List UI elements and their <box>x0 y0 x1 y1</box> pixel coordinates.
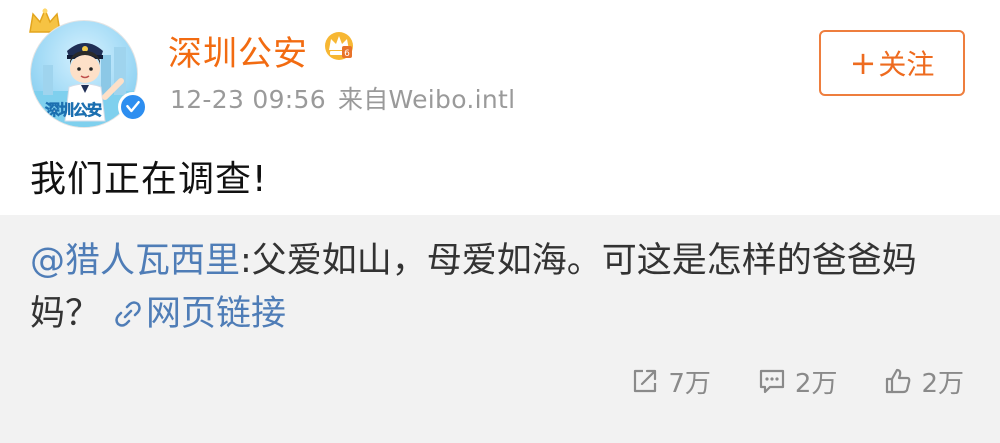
repost-body: @猎人瓦西里:父爱如山，母爱如海。可这是怎样的爸爸妈妈？ 网页链接 <box>30 235 970 341</box>
verified-icon <box>118 92 148 122</box>
avatar-container[interactable]: 深圳公安 <box>22 8 148 128</box>
web-link[interactable]: 网页链接 <box>114 294 286 334</box>
comment-icon <box>759 369 785 394</box>
share-icon <box>634 369 657 393</box>
post-source: 来自Weibo.intl <box>337 85 516 114</box>
action-bar: 7万 2万 2万 <box>584 361 964 401</box>
vip-badge-icon[interactable]: 6 <box>322 30 356 62</box>
post-header: 深圳公安 深圳公安 6 12-23 09:56 来自Weibo.intl + 关注 … <box>0 0 1000 215</box>
username[interactable]: 深圳公安 <box>168 26 308 75</box>
avatar-caption: 深圳公安 <box>45 101 103 120</box>
share-button[interactable]: 7万 <box>630 363 711 400</box>
repost-card[interactable]: @猎人瓦西里:父爱如山，母爱如海。可这是怎样的爸爸妈妈？网页链接 7万 2万 <box>0 215 1000 443</box>
like-button[interactable]: 2万 <box>883 363 964 400</box>
timestamp: 12-23 09:56 <box>170 85 326 114</box>
share-count: 7万 <box>668 368 711 399</box>
comment-count: 2万 <box>794 368 838 399</box>
link-icon <box>115 301 141 327</box>
repost-author-link[interactable]: @猎人瓦西里 <box>30 241 240 281</box>
post-meta: 12-23 09:56 来自Weibo.intl <box>170 80 515 116</box>
follow-label: 关注 <box>878 48 935 81</box>
follow-button[interactable]: + 关注 <box>819 30 965 96</box>
like-icon <box>886 368 911 394</box>
comment-button[interactable]: 2万 <box>757 363 838 400</box>
like-count: 2万 <box>921 368 964 399</box>
web-link-label: 网页链接 <box>146 294 287 334</box>
post-text: 我们正在调查! <box>30 159 268 200</box>
follow-plus: + <box>849 44 877 82</box>
svg-text:6: 6 <box>344 49 350 59</box>
